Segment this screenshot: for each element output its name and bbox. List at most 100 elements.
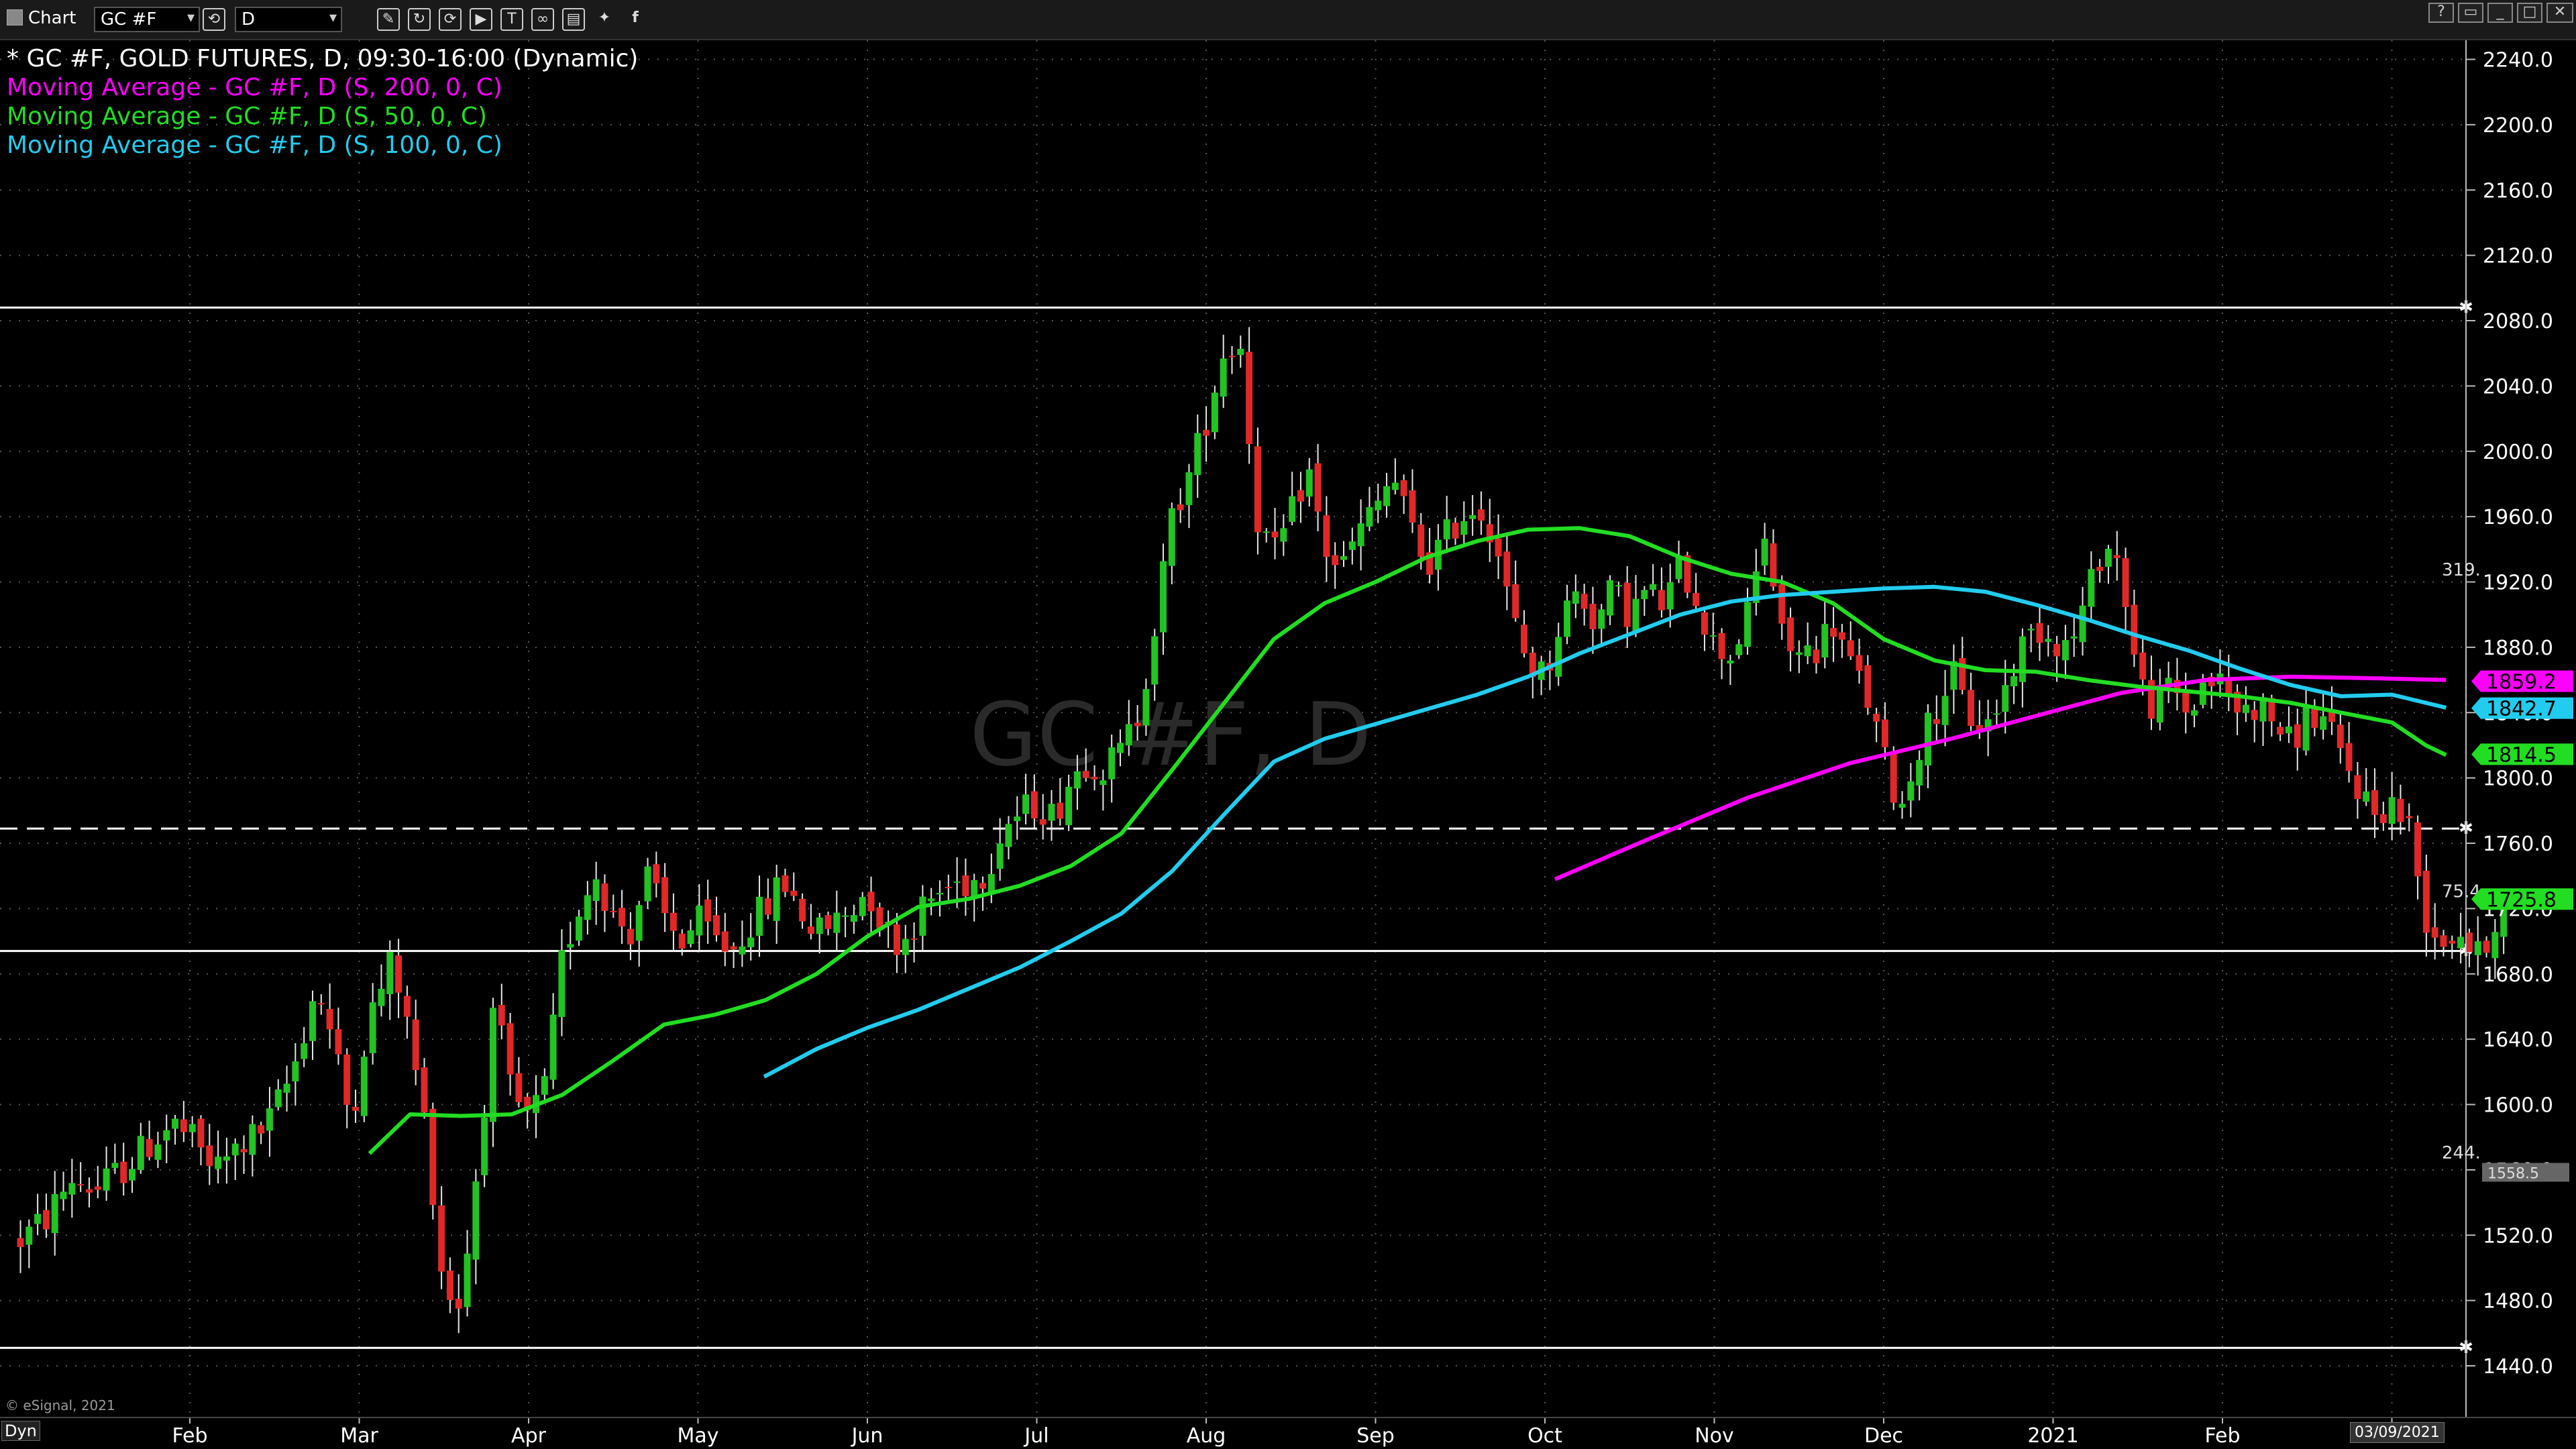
candle-body bbox=[2457, 936, 2465, 949]
candle-body bbox=[2320, 716, 2327, 730]
chart-toolbar: Chart GC #F ▾ ⟲ D ▾ ✎ ↻ ⟳ ▶ T ∞ ▤ ✦ f ? ▭ … bbox=[0, 0, 2576, 40]
candle-body bbox=[2491, 932, 2499, 959]
x-tick-label: Feb bbox=[2204, 1424, 2240, 1448]
facebook-icon[interactable]: f bbox=[624, 8, 647, 31]
minimize-icon[interactable]: _ bbox=[2487, 3, 2513, 23]
chevron-down-icon[interactable]: ▾ bbox=[187, 8, 195, 28]
candle-body bbox=[996, 843, 1004, 869]
candle-body bbox=[2371, 790, 2379, 815]
y-tick-label: 2240.0 bbox=[2483, 49, 2553, 72]
candle-body bbox=[2397, 798, 2404, 822]
candle-body bbox=[635, 905, 643, 941]
candle-body bbox=[2070, 636, 2078, 639]
y-tick-label: 2160.0 bbox=[2483, 179, 2553, 203]
candle-body bbox=[1933, 719, 1940, 724]
horizontal-lines: ✱✱✱✱ bbox=[0, 298, 2473, 1358]
candle-body bbox=[859, 897, 866, 916]
restore-icon[interactable]: ▭ bbox=[2458, 3, 2483, 23]
candle-body bbox=[799, 898, 806, 922]
candle-body bbox=[1598, 609, 1605, 629]
candle-body bbox=[1305, 469, 1313, 497]
candle-body bbox=[1898, 804, 1906, 808]
candle-body bbox=[1615, 585, 1622, 587]
candle-body bbox=[1271, 531, 1279, 538]
help-icon[interactable]: ? bbox=[2428, 3, 2454, 23]
candle-body bbox=[2337, 724, 2344, 749]
link-icon[interactable]: ⟲ bbox=[203, 8, 225, 31]
template-icon[interactable]: T bbox=[500, 8, 523, 31]
candle-body bbox=[1194, 433, 1201, 476]
candle-body bbox=[249, 1124, 256, 1155]
x-tick-label: Jul bbox=[1023, 1424, 1049, 1448]
candle-body bbox=[2379, 814, 2387, 823]
candle-body bbox=[1993, 713, 2000, 715]
candle-body bbox=[2440, 935, 2447, 947]
candle-body bbox=[412, 1019, 419, 1071]
candle-body bbox=[1116, 743, 1124, 753]
candle-body bbox=[842, 915, 849, 917]
copyright: © eSignal, 2021 bbox=[5, 1397, 115, 1413]
candle-body bbox=[1203, 429, 1210, 436]
candle-body bbox=[1701, 612, 1708, 635]
candle-body bbox=[369, 1002, 376, 1053]
candle-body bbox=[1520, 625, 1527, 653]
pencil-icon[interactable]: ✎ bbox=[377, 8, 400, 31]
chain-icon[interactable]: ∞ bbox=[531, 8, 554, 31]
candle-body bbox=[2122, 558, 2129, 607]
candle-body bbox=[1391, 482, 1399, 490]
play-icon[interactable]: ▶ bbox=[470, 8, 492, 31]
candle-body bbox=[1125, 724, 1132, 746]
candle-body bbox=[172, 1118, 179, 1129]
candle-body bbox=[163, 1130, 170, 1141]
close-icon[interactable]: ✕ bbox=[2546, 3, 2573, 23]
candle-body bbox=[919, 896, 926, 936]
candle-body bbox=[2251, 710, 2258, 720]
candle-body bbox=[1623, 582, 1631, 627]
chevron-down-icon[interactable]: ▾ bbox=[329, 8, 337, 28]
interval-input[interactable]: D ▾ bbox=[235, 7, 342, 32]
candle-body bbox=[584, 895, 591, 920]
candle-body bbox=[807, 926, 814, 934]
chart-area[interactable]: GC #F, D ✱✱✱✱ 2240.02200.02160.02120.020… bbox=[0, 40, 2576, 1417]
candles bbox=[17, 327, 2508, 1334]
candle-body bbox=[343, 1054, 351, 1105]
candle-body bbox=[1134, 722, 1141, 727]
candle-body bbox=[301, 1043, 308, 1059]
candle-body bbox=[1314, 463, 1322, 512]
candle-body bbox=[1254, 446, 1261, 533]
save-icon[interactable]: ▤ bbox=[562, 8, 585, 31]
candle-body bbox=[352, 1106, 360, 1111]
candle-body bbox=[1641, 590, 1648, 600]
candle-body bbox=[1366, 507, 1373, 527]
candle-body bbox=[1443, 519, 1450, 539]
candle-body bbox=[120, 1161, 127, 1183]
candle-body bbox=[712, 915, 720, 936]
candle-body bbox=[2139, 652, 2147, 680]
candle-body bbox=[206, 1145, 213, 1167]
candle-body bbox=[317, 1003, 325, 1005]
candle-body bbox=[1091, 776, 1098, 780]
candle-body bbox=[1503, 551, 1511, 587]
candle-body bbox=[1246, 352, 1253, 444]
candle-body bbox=[1495, 538, 1502, 557]
twitter-icon[interactable]: ✦ bbox=[593, 8, 616, 31]
x-tick-label: Nov bbox=[1695, 1424, 1734, 1448]
y-tick-label: 1440.0 bbox=[2483, 1355, 2553, 1379]
candle-body bbox=[103, 1168, 110, 1191]
y-tick-label: 1800.0 bbox=[2483, 767, 2553, 791]
refresh-icon[interactable]: ↻ bbox=[408, 8, 431, 31]
price-badges: 1859.2 1842.7 1814.5 1725.8 bbox=[2471, 670, 2573, 912]
candle-body bbox=[77, 1184, 85, 1186]
candle-body bbox=[824, 915, 832, 929]
candle-body bbox=[1383, 486, 1391, 506]
candle-body bbox=[25, 1226, 33, 1245]
price-badge-label: 1842.7 bbox=[2486, 698, 2557, 721]
symbol-input[interactable]: GC #F ▾ bbox=[94, 7, 200, 32]
candle-body bbox=[1460, 521, 1468, 535]
candle-body bbox=[1108, 747, 1116, 780]
candle-body bbox=[644, 866, 651, 902]
candle-body bbox=[2294, 724, 2301, 748]
maximize-icon[interactable]: □ bbox=[2517, 3, 2542, 23]
candle-body bbox=[558, 950, 566, 1017]
step-icon[interactable]: ⟳ bbox=[439, 8, 462, 31]
